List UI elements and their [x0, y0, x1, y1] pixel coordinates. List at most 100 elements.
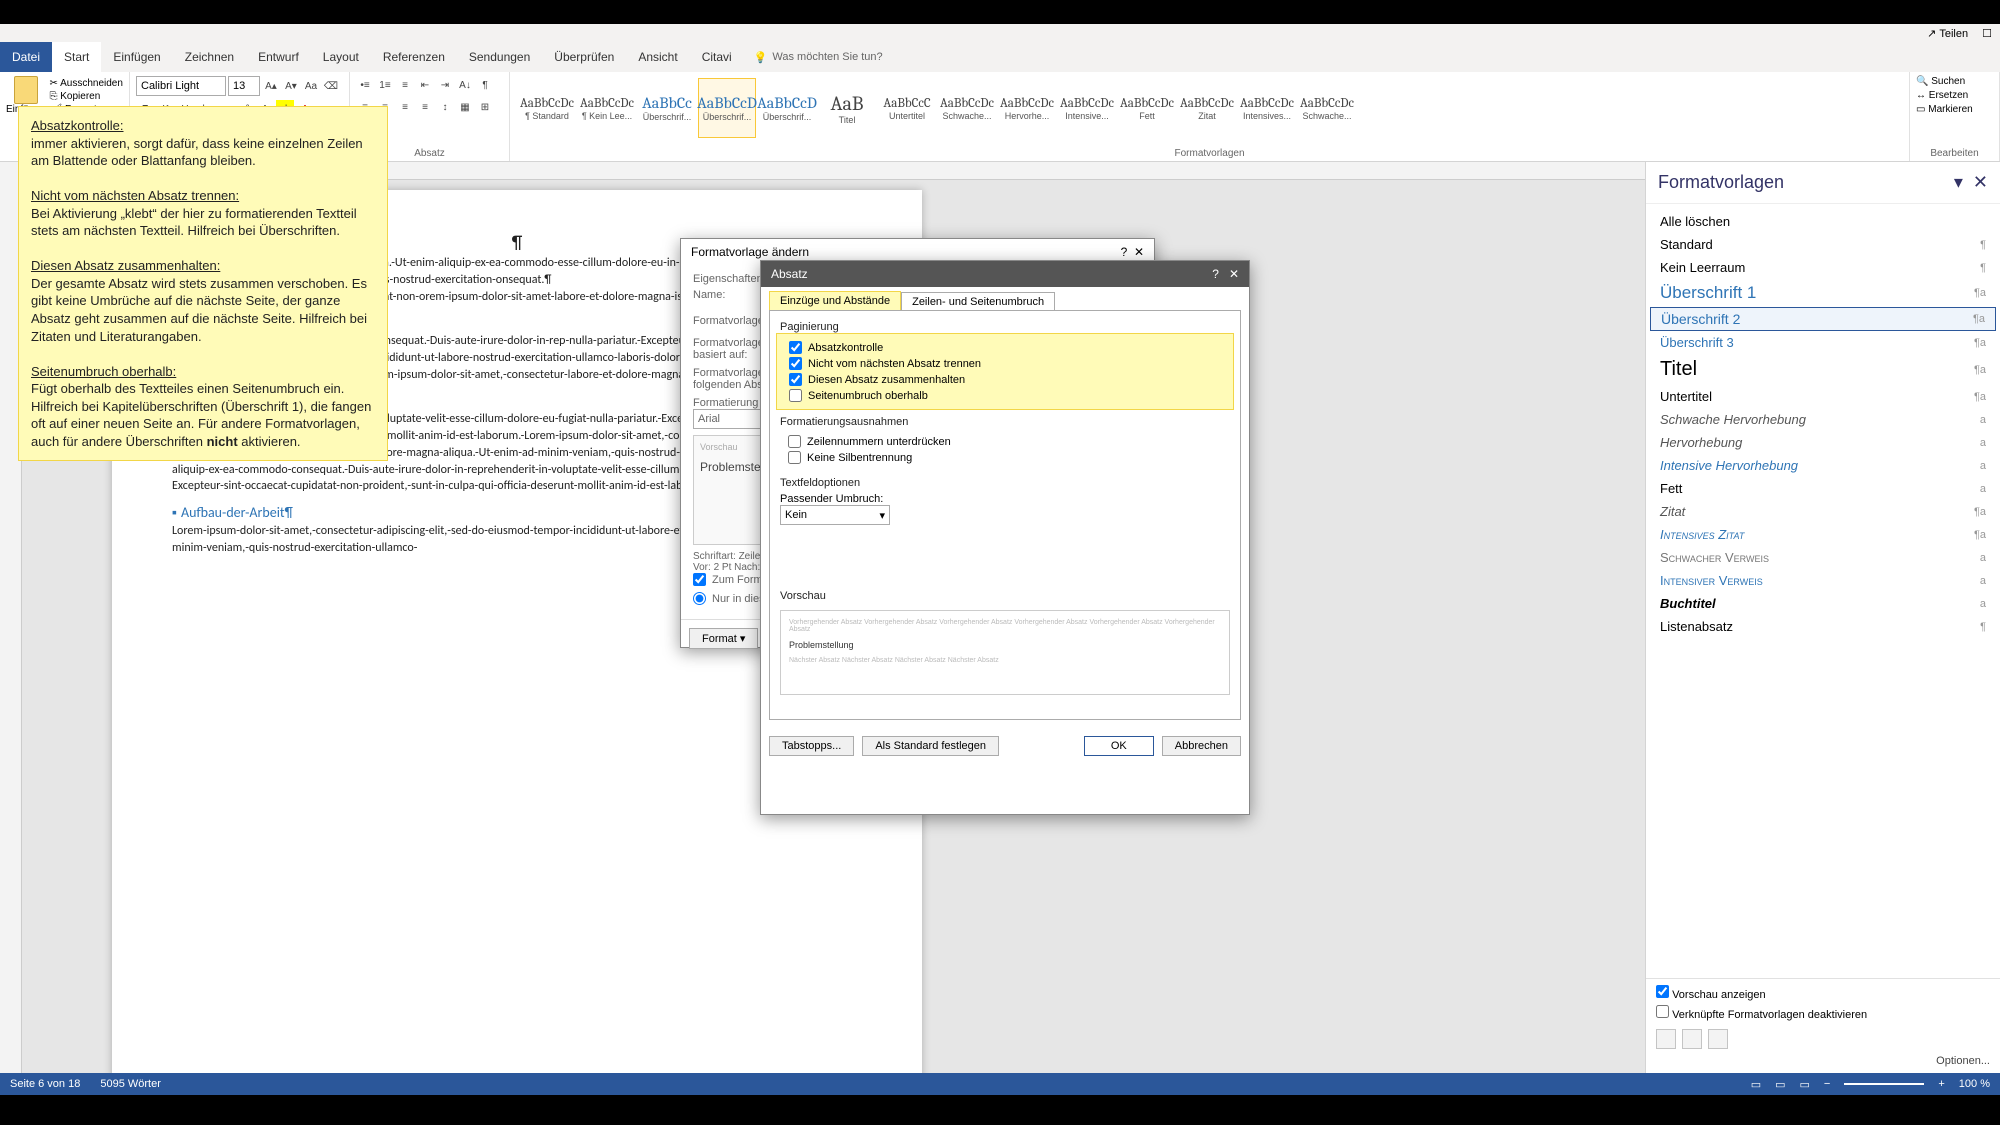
linked-checkbox[interactable]: Verknüpfte Formatvorlagen deaktivieren — [1656, 1005, 1990, 1021]
tab-line-page-breaks[interactable]: Zeilen- und Seitenumbruch — [901, 292, 1055, 311]
style-list-item[interactable]: Hervorhebunga — [1646, 431, 2000, 454]
add-to-gallery-checkbox[interactable] — [693, 573, 706, 586]
tab-layout[interactable]: Layout — [311, 42, 371, 72]
tab-view[interactable]: Ansicht — [626, 42, 689, 72]
style-gallery-item[interactable]: AaBbCcCUntertitel — [878, 78, 936, 138]
page-indicator[interactable]: Seite 6 von 18 — [10, 1078, 80, 1090]
select-button[interactable]: ▭ Markieren — [1916, 104, 1993, 115]
style-gallery-item[interactable]: AaBbCcDcFett — [1118, 78, 1176, 138]
replace-button[interactable]: ↔ Ersetzen — [1916, 90, 1993, 101]
tab-references[interactable]: Referenzen — [371, 42, 457, 72]
set-default-button[interactable]: Als Standard festlegen — [862, 736, 999, 756]
tab-draw[interactable]: Zeichnen — [173, 42, 246, 72]
style-list-item[interactable]: Titel¶a — [1646, 354, 2000, 385]
tab-file[interactable]: Datei — [0, 42, 52, 72]
find-button[interactable]: 🔍 Suchen — [1916, 76, 1993, 87]
style-gallery-item[interactable]: AaBbCcDcZitat — [1178, 78, 1236, 138]
keep-together-checkbox[interactable]: Diesen Absatz zusammenhalten — [789, 373, 1229, 386]
line-spacing-icon[interactable]: ↕ — [436, 98, 454, 116]
style-gallery-item[interactable]: AaBbCcDcSchwache... — [938, 78, 996, 138]
preview-checkbox[interactable]: Vorschau anzeigen — [1656, 985, 1990, 1001]
grow-font-icon[interactable]: A▴ — [262, 77, 280, 95]
style-gallery-item[interactable]: AaBbCcDc¶ Standard — [518, 78, 576, 138]
tab-mailings[interactable]: Sendungen — [457, 42, 542, 72]
style-list-item[interactable]: Intensive Hervorhebunga — [1646, 454, 2000, 477]
page-break-before-checkbox[interactable]: Seitenumbruch oberhalb — [789, 389, 1229, 402]
style-list-item[interactable]: Zitat¶a — [1646, 500, 2000, 523]
style-list-item[interactable]: Listenabsatz¶ — [1646, 615, 2000, 638]
tab-indents[interactable]: Einzüge und Abstände — [769, 291, 901, 310]
cancel-button[interactable]: Abbrechen — [1162, 736, 1241, 756]
widow-control-checkbox[interactable]: Absatzkontrolle — [789, 341, 1229, 354]
numbering-icon[interactable]: 1≡ — [376, 76, 394, 94]
style-gallery-item[interactable]: AaBbCcDcIntensive... — [1058, 78, 1116, 138]
align-right-icon[interactable]: ≡ — [396, 98, 414, 116]
font-name-input[interactable]: Calibri Light — [136, 76, 226, 96]
style-list-item[interactable]: Kein Leerraum¶ — [1646, 256, 2000, 279]
cut-button[interactable]: ✂ Ausschneiden — [49, 78, 123, 89]
view-print-icon[interactable]: ▭ — [1775, 1078, 1785, 1091]
style-gallery-item[interactable]: AaBbCcDÜberschrif... — [698, 78, 756, 138]
style-inspector-icon[interactable] — [1682, 1029, 1702, 1049]
tab-citavi[interactable]: Citavi — [690, 42, 744, 72]
shading-icon[interactable]: ▦ — [456, 98, 474, 116]
style-list-item[interactable]: Überschrift 1¶a — [1646, 279, 2000, 307]
outdent-icon[interactable]: ⇤ — [416, 76, 434, 94]
style-gallery-item[interactable]: AaBbCcDcHervorhe... — [998, 78, 1056, 138]
style-gallery-item[interactable]: AaBbCcDÜberschrif... — [758, 78, 816, 138]
ribbon-collapse-icon[interactable]: ☐ — [1982, 27, 1992, 40]
justify-icon[interactable]: ≡ — [416, 98, 434, 116]
format-menu-button[interactable]: Format ▾ — [689, 628, 758, 649]
style-list-item[interactable]: Überschrift 2¶a — [1650, 307, 1996, 331]
multilevel-icon[interactable]: ≡ — [396, 76, 414, 94]
only-this-doc-radio[interactable] — [693, 592, 706, 605]
tab-insert[interactable]: Einfügen — [101, 42, 172, 72]
style-list-item[interactable]: Schwache Hervorhebunga — [1646, 408, 2000, 431]
style-list-item[interactable]: Intensives Zitat¶a — [1646, 523, 2000, 546]
tab-design[interactable]: Entwurf — [246, 42, 311, 72]
sort-icon[interactable]: A↓ — [456, 76, 474, 94]
close-icon[interactable]: ✕ — [1134, 245, 1144, 259]
tab-review[interactable]: Überprüfen — [542, 42, 626, 72]
style-gallery-item[interactable]: AaBbCcDcSchwache... — [1298, 78, 1356, 138]
zoom-out-icon[interactable]: − — [1824, 1078, 1830, 1090]
tabstops-button[interactable]: Tabstopps... — [769, 736, 854, 756]
copy-button[interactable]: ⎘ Kopieren — [49, 91, 123, 102]
suppress-line-numbers-checkbox[interactable]: Zeilennummern unterdrücken — [788, 435, 1230, 448]
ok-button[interactable]: OK — [1084, 736, 1154, 756]
style-gallery-item[interactable]: AaBTitel — [818, 78, 876, 138]
options-link[interactable]: Optionen... — [1656, 1055, 1990, 1067]
style-list-item[interactable]: Intensiver Verweisa — [1646, 569, 2000, 592]
style-gallery-item[interactable]: AaBbCcDcIntensives... — [1238, 78, 1296, 138]
font-size-input[interactable]: 13 — [228, 76, 260, 96]
style-gallery-item[interactable]: AaBbCcÜberschrif... — [638, 78, 696, 138]
no-hyphenation-checkbox[interactable]: Keine Silbentrennung — [788, 451, 1230, 464]
tight-wrap-select[interactable]: Kein▾ — [780, 505, 890, 525]
style-list-item[interactable]: Buchtitela — [1646, 592, 2000, 615]
change-case-icon[interactable]: Aa — [302, 77, 320, 95]
keep-with-next-checkbox[interactable]: Nicht vom nächsten Absatz trennen — [789, 357, 1229, 370]
share-button[interactable]: Teilen — [1927, 27, 1968, 40]
style-list-item[interactable]: Fetta — [1646, 477, 2000, 500]
indent-icon[interactable]: ⇥ — [436, 76, 454, 94]
shrink-font-icon[interactable]: A▾ — [282, 77, 300, 95]
view-read-icon[interactable]: ▭ — [1751, 1078, 1761, 1091]
bullets-icon[interactable]: •≡ — [356, 76, 374, 94]
tell-me-search[interactable]: 💡Was möchten Sie tun? — [754, 51, 883, 64]
close-icon[interactable]: ✕ — [1973, 172, 1988, 192]
zoom-in-icon[interactable]: + — [1938, 1078, 1944, 1090]
view-web-icon[interactable]: ▭ — [1800, 1078, 1810, 1091]
borders-icon[interactable]: ⊞ — [476, 98, 494, 116]
style-list-item[interactable]: Überschrift 3¶a — [1646, 331, 2000, 354]
clear-format-icon[interactable]: ⌫ — [322, 77, 340, 95]
show-marks-icon[interactable]: ¶ — [476, 76, 494, 94]
help-icon[interactable]: ? — [1121, 245, 1128, 259]
close-icon[interactable]: ✕ — [1229, 267, 1239, 281]
style-list-item[interactable]: Untertitel¶a — [1646, 385, 2000, 408]
tab-start[interactable]: Start — [52, 42, 101, 72]
zoom-slider[interactable] — [1844, 1083, 1924, 1085]
style-gallery-item[interactable]: AaBbCcDc¶ Kein Lee... — [578, 78, 636, 138]
manage-styles-icon[interactable] — [1708, 1029, 1728, 1049]
help-icon[interactable]: ? — [1212, 267, 1219, 281]
zoom-level[interactable]: 100 % — [1959, 1078, 1990, 1090]
